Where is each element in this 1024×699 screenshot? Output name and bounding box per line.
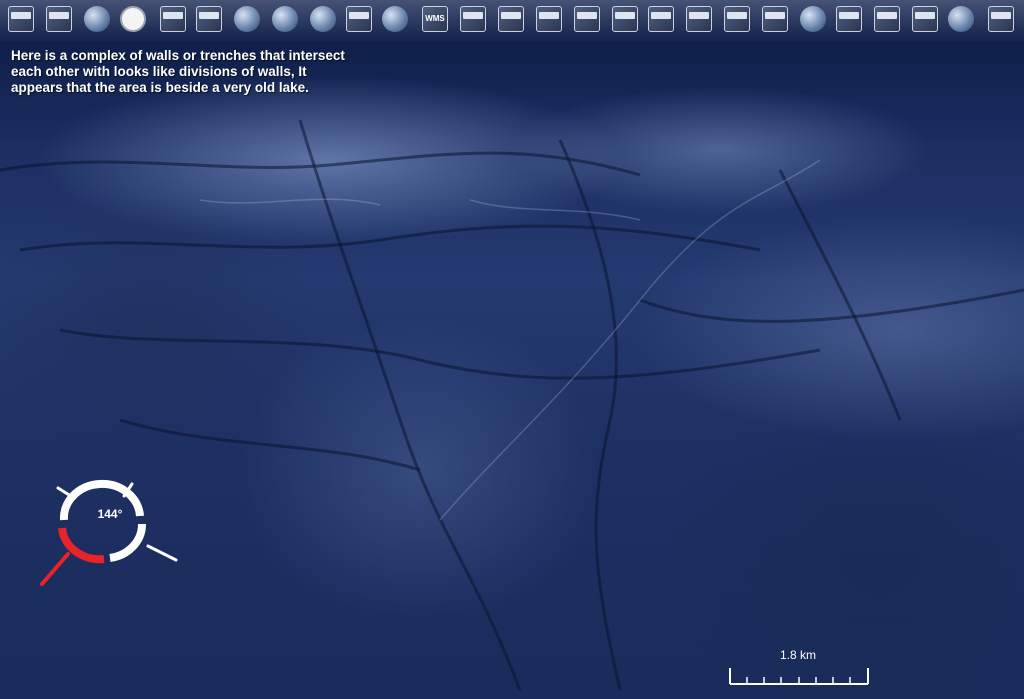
flag-collage-icon — [915, 12, 935, 19]
compass-rose[interactable] — [40, 476, 180, 588]
search-icon — [199, 12, 219, 19]
toolbar-button-wms-icon[interactable]: WMS — [422, 6, 448, 32]
toolbar-button-placemark-icon[interactable] — [160, 6, 186, 32]
annotation-line-3: appears that the area is beside a very o… — [11, 80, 309, 95]
toolbar-button-flags-icon[interactable] — [874, 6, 900, 32]
toolbar-button-satellite-icon[interactable] — [382, 6, 408, 32]
toolbar-button-search-icon[interactable] — [196, 6, 222, 32]
map-thumbnail-icon — [839, 12, 859, 19]
toolbar-button-layer-thumbnail-icon[interactable] — [648, 6, 674, 32]
toolbar-button-layers-icon[interactable] — [8, 6, 34, 32]
toolbar-button-moon-icon[interactable] — [272, 6, 298, 32]
toolbar-button-layer-thumbnail-icon[interactable] — [762, 6, 788, 32]
terrain-view[interactable] — [0, 0, 1024, 699]
annotation-text: Here is a complex of walls or trenches t… — [11, 48, 411, 96]
toolbar-button-layer-thumbnail-icon[interactable] — [724, 6, 750, 32]
toolbar-button-layer-thumbnail-icon[interactable] — [686, 6, 712, 32]
compass-heading: 144° — [97, 507, 123, 521]
layer-thumbnail-icon — [501, 12, 521, 19]
toolbar-button-layer-thumbnail-icon[interactable] — [612, 6, 638, 32]
weather-map-icon — [463, 12, 483, 19]
toolbar: WMS — [0, 0, 1024, 42]
scale-bar — [729, 668, 869, 685]
annotation-line-2: each other with looks like divisions of … — [11, 64, 307, 79]
layer-thumbnail-icon — [651, 12, 671, 19]
layer-thumbnail-icon — [727, 12, 747, 19]
layer-thumbnail-icon — [765, 12, 785, 19]
layer-thumbnail-icon — [615, 12, 635, 19]
toolbar-button-layer-thumbnail-icon[interactable] — [536, 6, 562, 32]
annotation-line-1: Here is a complex of walls or trenches t… — [11, 48, 345, 63]
toolbar-button-flag-collage-icon[interactable] — [912, 6, 938, 32]
toolbar-button-relief-globe-icon[interactable] — [988, 6, 1014, 32]
relief-globe-icon — [991, 12, 1011, 19]
toolbar-button-earth-icon[interactable] — [234, 6, 260, 32]
toolbar-button-globe-overview-icon[interactable] — [800, 6, 826, 32]
toolbar-button-clock-icon[interactable] — [120, 6, 146, 32]
toolbar-button-map-thumbnail-icon[interactable] — [836, 6, 862, 32]
toolbar-button-mars-icon[interactable] — [310, 6, 336, 32]
toolbar-button-world-wind-icon[interactable] — [948, 6, 974, 32]
flags-icon — [877, 12, 897, 19]
placemark-icon — [163, 12, 183, 19]
layer-thumbnail-icon — [577, 12, 597, 19]
toolbar-button-weather-map-icon[interactable] — [460, 6, 486, 32]
grid-icon — [49, 12, 69, 19]
layer-thumbnail-icon — [539, 12, 559, 19]
scale-label: 1.8 km — [779, 648, 816, 662]
layer-thumbnail-icon — [689, 12, 709, 19]
toolbar-button-grid-icon[interactable] — [46, 6, 72, 32]
toolbar-button-layer-thumbnail-icon[interactable] — [574, 6, 600, 32]
add-layer-icon — [349, 12, 369, 19]
toolbar-button-add-layer-icon[interactable] — [346, 6, 372, 32]
layers-icon — [11, 12, 31, 19]
toolbar-button-layer-thumbnail-icon[interactable] — [498, 6, 524, 32]
terrain-features — [0, 119, 1024, 691]
wms-icon: WMS — [425, 14, 445, 23]
toolbar-button-globe-grid-icon[interactable] — [84, 6, 110, 32]
